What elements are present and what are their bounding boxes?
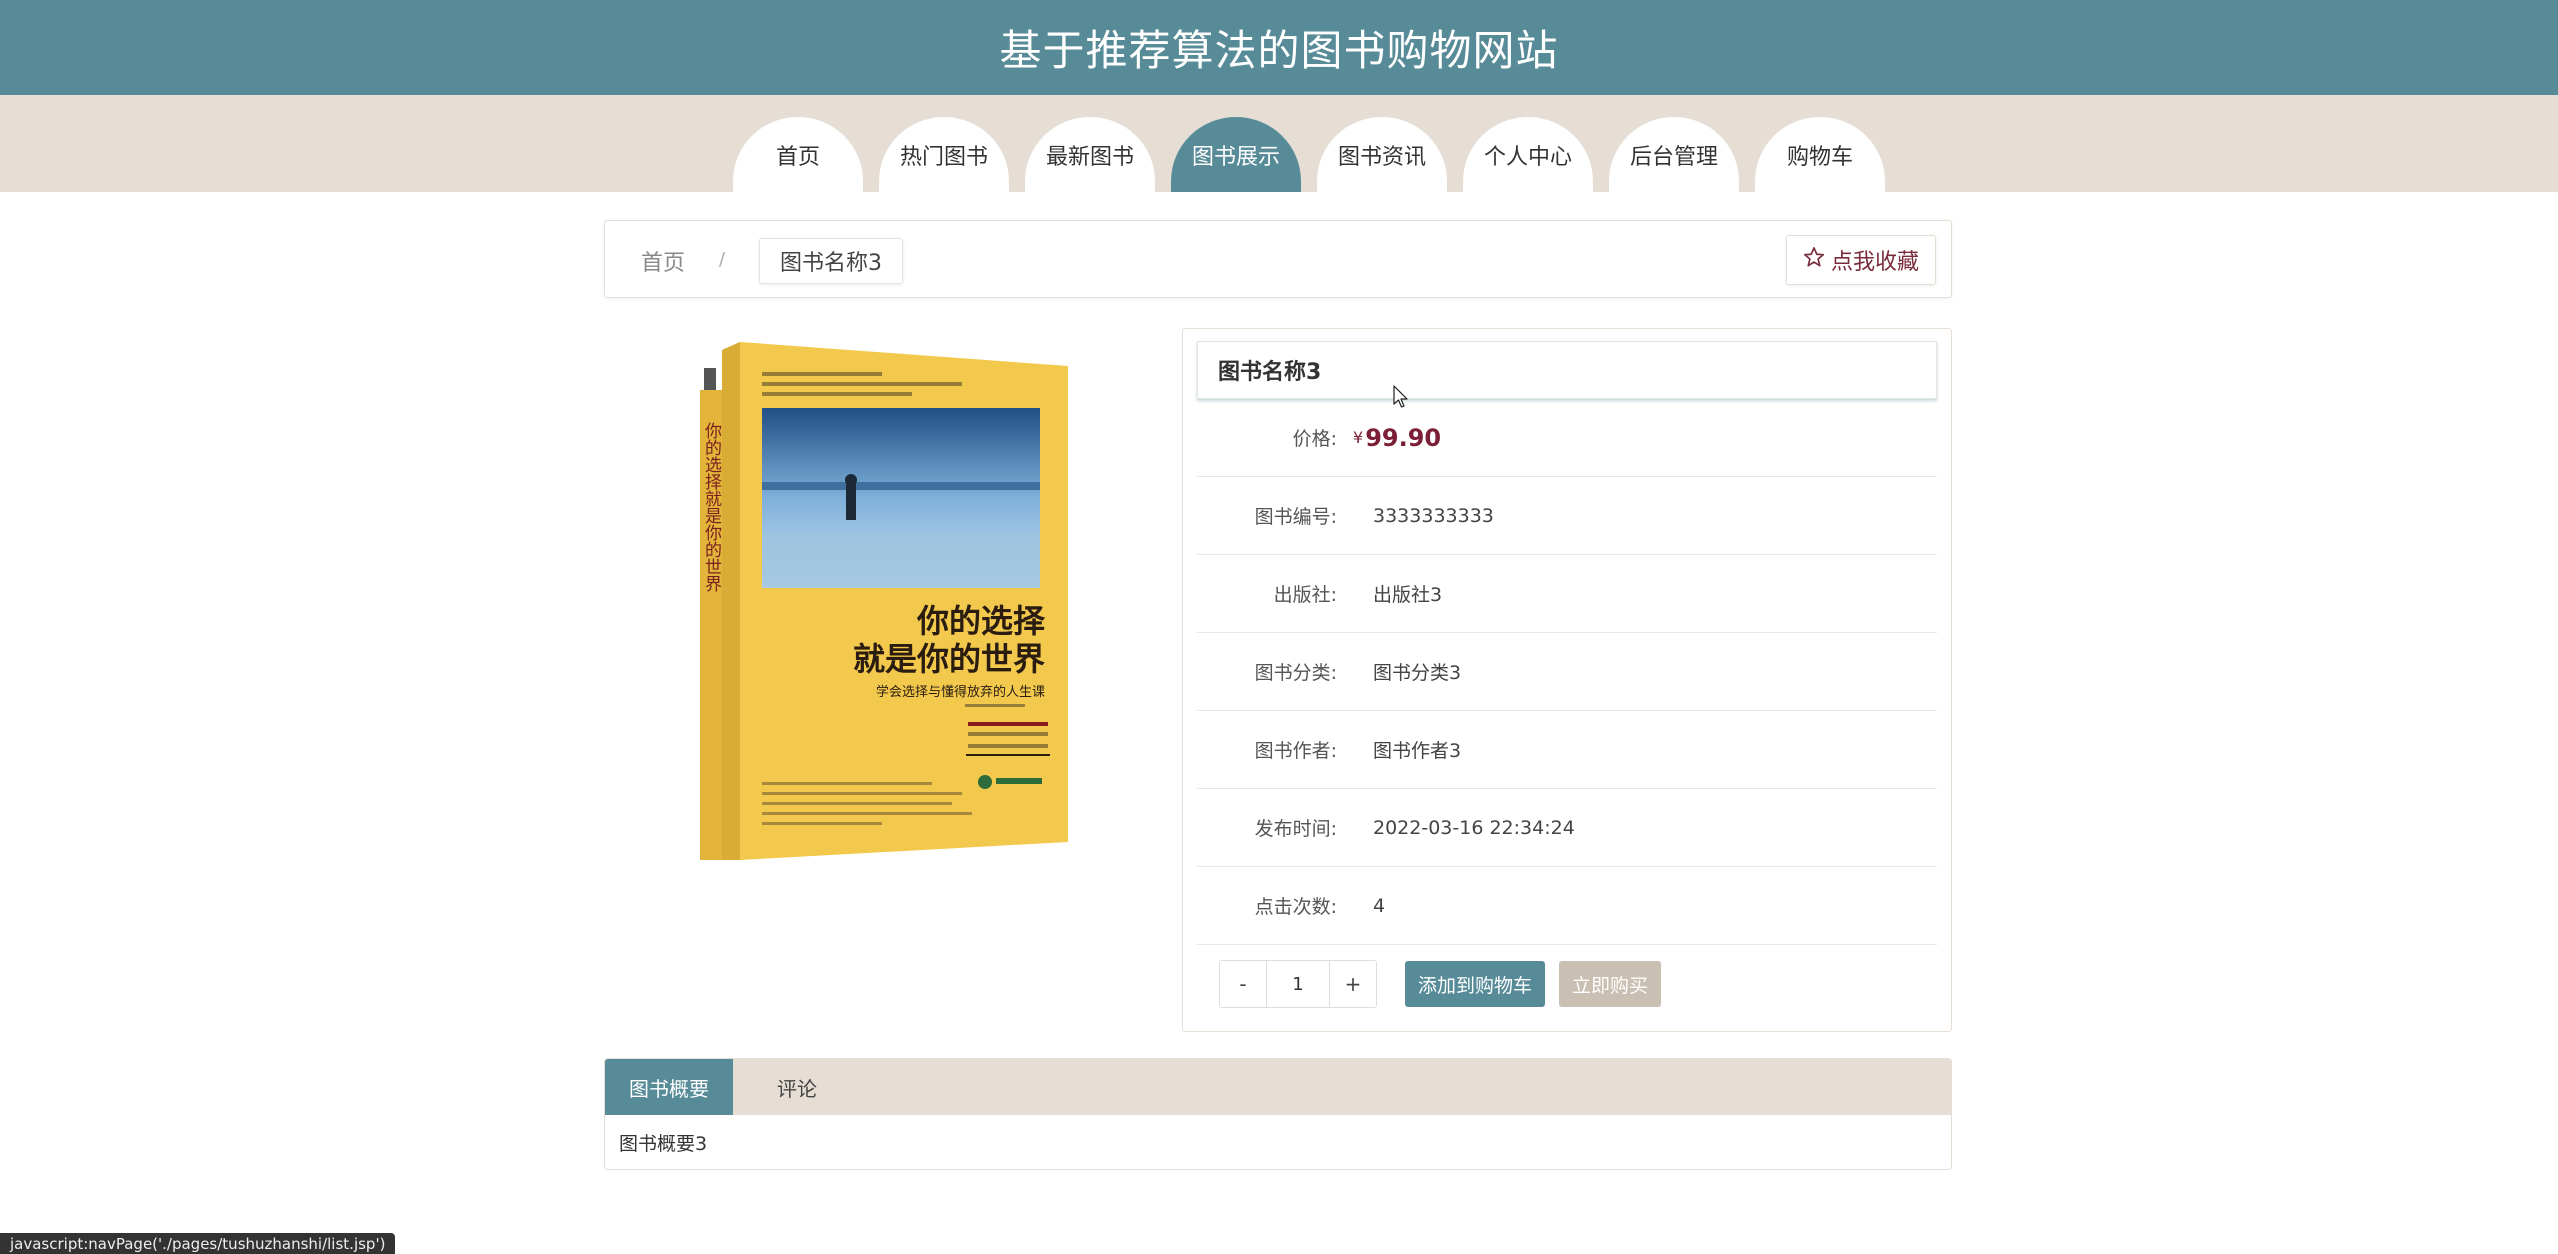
currency-symbol: ¥	[1353, 428, 1364, 447]
nav-item-admin[interactable]: 后台管理	[1609, 116, 1739, 192]
book-number-value: 3333333333	[1373, 504, 1494, 527]
price-label: 价格:	[1292, 428, 1337, 450]
nav-item-home[interactable]: 首页	[733, 116, 863, 192]
cover-title-line2: 就是你的世界	[853, 640, 1045, 678]
publisher-row: 出版社: 出版社3	[1197, 555, 1937, 633]
tab-content: 图书概要3	[619, 1133, 708, 1155]
favorite-label: 点我收藏	[1830, 250, 1919, 275]
cart-action-row: - + 添加到购物车 立即购买	[1197, 949, 1937, 1019]
cover-subtitle: 学会选择与懂得放弃的人生课	[876, 684, 1045, 700]
favorite-button[interactable]: 点我收藏	[1785, 235, 1936, 285]
author-label: 图书作者:	[1254, 740, 1337, 762]
nav-item-hot-books[interactable]: 热门图书	[879, 116, 1009, 192]
breadcrumb-home-link[interactable]: 首页	[641, 245, 685, 277]
breadcrumb-current: 图书名称3	[759, 238, 903, 284]
nav-item-book-news[interactable]: 图书资讯	[1317, 116, 1447, 192]
publisher-label: 出版社:	[1273, 584, 1337, 606]
publisher-value: 出版社3	[1373, 584, 1443, 606]
nav-item-new-books[interactable]: 最新图书	[1025, 116, 1155, 192]
book-detail-panel: 图书名称3 价格: ¥ 99.90 图书编号: 3333333333 出版社: …	[1182, 328, 1952, 1032]
book-cover-image: 你的选择就是你的世界 你的选择 就是你的世界 学会选择与懂得放弃的人生课	[700, 342, 1068, 860]
cover-title-line1: 你的选择	[916, 602, 1046, 640]
status-bar-url: javascript:navPage('./pages/tushuzhanshi…	[0, 1233, 396, 1254]
publish-time-value: 2022-03-16 22:34:24	[1373, 816, 1575, 839]
click-count-row: 点击次数: 4	[1197, 867, 1937, 945]
nav-item-profile[interactable]: 个人中心	[1463, 116, 1593, 192]
book-number-label: 图书编号:	[1254, 506, 1337, 528]
book-title: 图书名称3	[1197, 341, 1937, 399]
nav-item-cart[interactable]: 购物车	[1755, 116, 1885, 192]
click-count-value: 4	[1373, 894, 1386, 917]
nav-bar: 首页 热门图书 最新图书 图书展示 图书资讯 个人中心 后台管理 购物车	[0, 95, 2558, 192]
tabs-header: 图书概要 评论	[605, 1059, 1951, 1115]
author-row: 图书作者: 图书作者3	[1197, 711, 1937, 789]
decrement-button[interactable]: -	[1220, 961, 1266, 1007]
cover-spine-title: 你的选择就是你的世界	[701, 422, 722, 592]
increment-button[interactable]: +	[1330, 961, 1376, 1007]
category-label: 图书分类:	[1254, 662, 1337, 684]
tab-summary[interactable]: 图书概要	[605, 1059, 733, 1115]
nav-list: 首页 热门图书 最新图书 图书展示 图书资讯 个人中心 后台管理 购物车	[733, 116, 1885, 192]
nav-item-book-display[interactable]: 图书展示	[1171, 116, 1301, 192]
info-tabs-panel: 图书概要 评论 图书概要3	[604, 1058, 1952, 1170]
star-icon	[1803, 246, 1825, 274]
breadcrumb-separator: /	[719, 249, 726, 270]
author-value: 图书作者3	[1373, 740, 1462, 762]
category-row: 图书分类: 图书分类3	[1197, 633, 1937, 711]
add-to-cart-button[interactable]: 添加到购物车	[1405, 961, 1546, 1007]
book-number-row: 图书编号: 3333333333	[1197, 477, 1937, 555]
mouse-cursor-icon	[1393, 385, 1409, 409]
quantity-input[interactable]	[1266, 961, 1330, 1007]
publish-time-row: 发布时间: 2022-03-16 22:34:24	[1197, 789, 1937, 867]
buy-now-button[interactable]: 立即购买	[1559, 961, 1662, 1007]
category-value: 图书分类3	[1373, 662, 1462, 684]
price-row: 价格: ¥ 99.90	[1197, 399, 1937, 477]
click-count-label: 点击次数:	[1254, 896, 1337, 918]
quantity-stepper: - +	[1219, 960, 1377, 1008]
price-value: 99.90	[1365, 423, 1442, 452]
tab-comments[interactable]: 评论	[733, 1059, 861, 1115]
site-title: 基于推荐算法的图书购物网站	[999, 26, 1559, 75]
publish-time-label: 发布时间:	[1254, 818, 1337, 840]
breadcrumb: 首页 / 图书名称3 点我收藏	[604, 220, 1952, 298]
page-header: 基于推荐算法的图书购物网站	[0, 0, 2558, 95]
